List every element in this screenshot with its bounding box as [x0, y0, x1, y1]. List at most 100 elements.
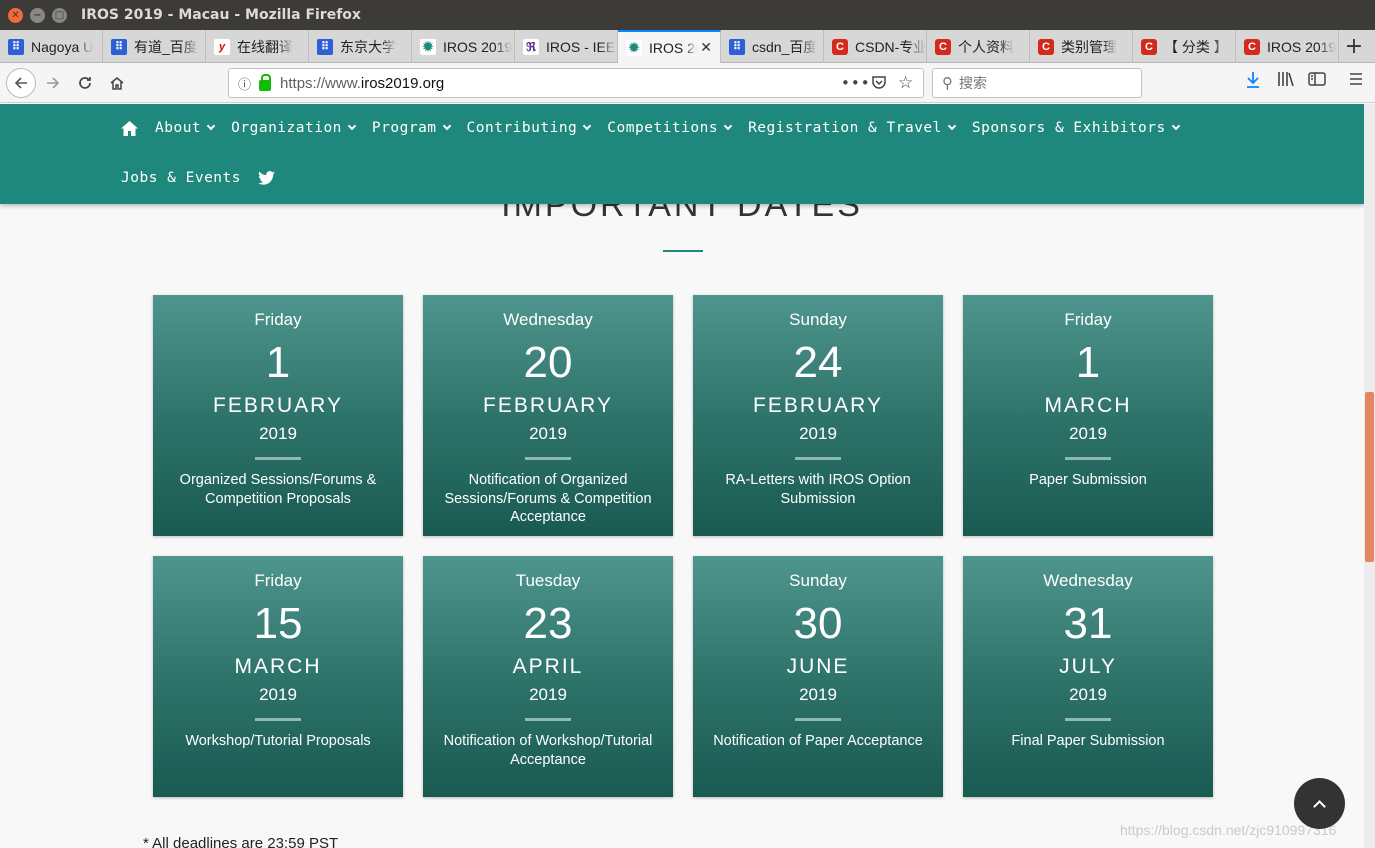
nav-menu-item[interactable]: Sponsors & Exhibitors — [972, 120, 1180, 136]
close-tab-icon[interactable]: ✕ — [700, 39, 712, 56]
tab-label: 在线翻译 — [237, 38, 293, 55]
reload-button[interactable] — [70, 68, 100, 98]
back-button[interactable] — [6, 67, 36, 98]
window-minimize-button[interactable]: − — [30, 7, 45, 23]
info-icon[interactable]: ⓘ — [238, 74, 251, 93]
home-icon[interactable] — [121, 120, 138, 136]
deadline-description: Workshop/Tutorial Proposals — [185, 733, 371, 749]
iros-icon: ✹ — [626, 39, 642, 56]
tab-label: 有道_百度 — [134, 38, 198, 55]
date-card: Sunday 30 JUNE 2019 Notification of Paper Ac… — [693, 556, 943, 797]
deadline-description: Paper Submission — [1029, 472, 1147, 488]
nav-menu-label: Program — [371, 120, 437, 136]
url-bar[interactable]: ⓘ https://www.iros2019.org ••• ☆ — [228, 68, 924, 98]
secure-lock-icon[interactable] — [259, 73, 272, 91]
card-divider — [1065, 457, 1111, 460]
day-number: 31 — [1063, 599, 1113, 648]
nav-menu-item[interactable]: Registration & Travel — [748, 120, 957, 136]
nav-menu-item[interactable]: Competitions — [607, 120, 733, 136]
browser-tab[interactable]: C IROS 2019 — [1236, 30, 1339, 63]
browser-tab[interactable]: ⠿ csdn_百度 — [721, 30, 824, 63]
day-of-week: Friday — [1064, 310, 1112, 329]
date-card: Wednesday 31 JULY 2019 Final Paper Submissio… — [963, 556, 1213, 797]
csdn-icon: C — [1141, 38, 1157, 55]
tab-label: 【 分类 】 — [1164, 38, 1228, 55]
search-bar[interactable]: ⚲ 搜索 — [932, 68, 1142, 98]
date-card: Friday 1 FEBRUARY 2019 Organized Sessions/Fo… — [153, 295, 403, 536]
site-nav-row-2: Jobs & Events — [121, 170, 275, 186]
baidu-paw-icon: ⠿ — [111, 38, 127, 55]
nav-menu-item[interactable]: Contributing — [467, 120, 592, 136]
library-icon[interactable] — [1277, 71, 1295, 91]
date-card: Sunday 24 FEBRUARY 2019 RA-Letters with IROS… — [693, 295, 943, 536]
browser-tab[interactable]: ℜ IROS - IEEE — [515, 30, 618, 63]
day-number: 1 — [1075, 338, 1101, 387]
page-scrollbar[interactable] — [1364, 104, 1375, 848]
nav-menu-label: Registration & Travel — [748, 120, 942, 136]
home-button[interactable] — [102, 68, 132, 98]
browser-tab[interactable]: ✹ IROS 2019✕ — [618, 30, 721, 63]
deadline-description: Notification of Workshop/Tutorial Accept… — [443, 733, 653, 768]
browser-tab[interactable]: ⠿ 有道_百度 — [103, 30, 206, 63]
day-number: 24 — [793, 338, 843, 387]
browser-tab[interactable]: C 个人资料 — [927, 30, 1030, 63]
hamburger-menu-icon[interactable] — [1348, 71, 1364, 91]
nav-toolbar: ⓘ https://www.iros2019.org ••• ☆ ⚲ 搜索 — [0, 63, 1375, 103]
window-close-button[interactable]: ✕ — [8, 7, 23, 23]
browser-tab[interactable]: C 类别管理 — [1030, 30, 1133, 63]
baidu-paw-icon: ⠿ — [729, 38, 745, 55]
nav-menu-item[interactable]: Program — [371, 120, 451, 136]
tab-label: 东京大学 — [340, 38, 396, 55]
csdn-icon: C — [1244, 38, 1260, 55]
chevron-down-icon — [583, 121, 592, 131]
csdn-icon: C — [832, 38, 848, 55]
day-of-week: Wednesday — [1043, 571, 1133, 590]
window-maximize-button[interactable]: □ — [52, 7, 67, 23]
reload-icon — [79, 76, 91, 89]
iros-icon: ✹ — [420, 38, 436, 55]
pocket-icon[interactable] — [871, 74, 887, 94]
card-divider — [255, 718, 301, 721]
nav-menu-item[interactable]: Organization — [231, 120, 357, 136]
sidebar-icon[interactable] — [1308, 71, 1326, 91]
browser-tab[interactable]: ✹ IROS 2019 — [412, 30, 515, 63]
bookmark-star-icon[interactable]: ☆ — [898, 73, 913, 93]
day-of-week: Friday — [254, 310, 302, 329]
nav-menu-label: Competitions — [607, 120, 719, 136]
year: 2019 — [799, 424, 837, 443]
day-number: 15 — [253, 599, 303, 648]
deadline-description: Organized Sessions/Forums & Competition … — [179, 472, 377, 507]
nav-menu-item[interactable]: About — [155, 120, 216, 136]
nav-menu-item[interactable]: Jobs & Events — [121, 170, 241, 186]
baidu-paw-icon: ⠿ — [8, 38, 24, 55]
page-actions-icon[interactable]: ••• — [841, 74, 871, 92]
deadline-description: Final Paper Submission — [1011, 733, 1165, 749]
chevron-down-icon — [723, 121, 733, 131]
downloads-icon[interactable] — [1245, 71, 1261, 93]
search-input[interactable]: 搜索 — [959, 73, 987, 93]
chevron-down-icon — [347, 121, 357, 131]
browser-tab[interactable]: C CSDN-专业 — [824, 30, 927, 63]
day-number: 1 — [265, 338, 291, 387]
month-name: FEBRUARY — [753, 394, 883, 417]
site-nav-row-1: About Organization Program Contributing Comp… — [121, 120, 1196, 136]
day-number: 20 — [523, 338, 573, 387]
browser-tab[interactable]: ⠿ Nagoya U — [0, 30, 103, 63]
scrollbar-thumb[interactable] — [1365, 392, 1374, 562]
card-divider — [255, 457, 301, 460]
search-icon: ⚲ — [942, 74, 953, 92]
url-text[interactable]: https://www.iros2019.org — [280, 75, 444, 92]
card-divider — [795, 718, 841, 721]
tab-label: IROS - IEEE — [546, 38, 617, 55]
forward-button[interactable] — [38, 68, 68, 98]
browser-tab[interactable]: ⠿ 东京大学 — [309, 30, 412, 63]
csdn-icon: C — [935, 38, 951, 55]
new-tab-button[interactable]: + — [1339, 30, 1369, 62]
browser-tab[interactable]: y 在线翻译 — [206, 30, 309, 63]
twitter-icon[interactable] — [258, 171, 275, 185]
month-name: APRIL — [512, 655, 584, 678]
scroll-to-top-button[interactable] — [1294, 778, 1345, 829]
browser-tab[interactable]: C 【 分类 】 — [1133, 30, 1236, 63]
year: 2019 — [259, 424, 297, 443]
heading-separator — [663, 250, 703, 252]
